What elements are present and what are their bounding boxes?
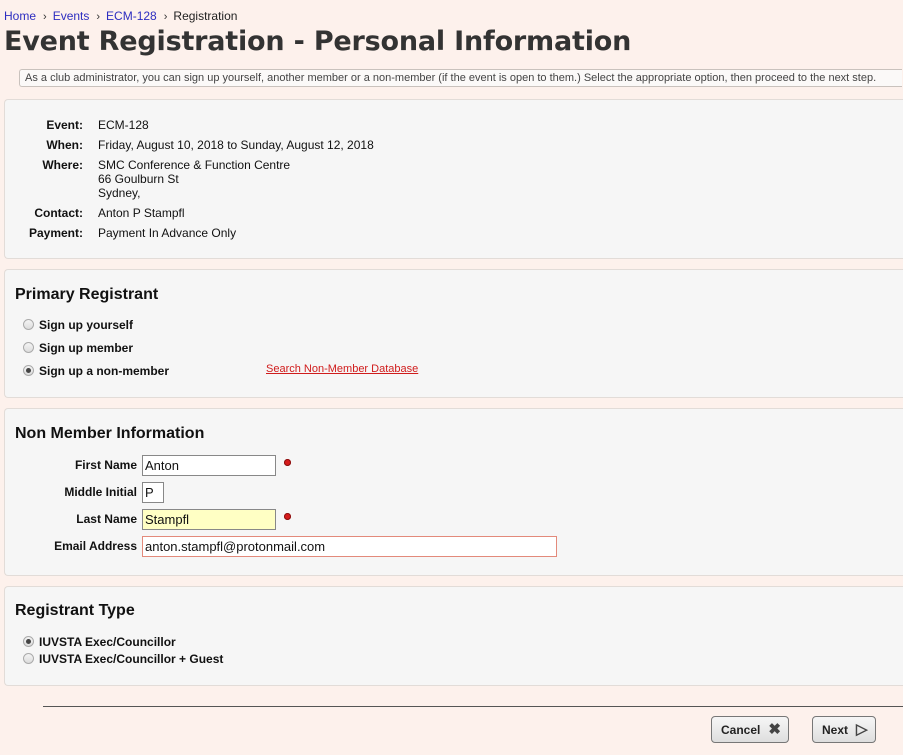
middle-initial-field[interactable] [142, 482, 164, 503]
page-title: Event Registration - Personal Informatio… [4, 26, 632, 57]
breadcrumb: Home › Events › ECM-128 › Registration [4, 9, 237, 23]
primary-registrant-heading: Primary Registrant [15, 286, 159, 303]
radio-button[interactable] [23, 636, 34, 647]
non-member-heading: Non Member Information [15, 425, 205, 442]
play-arrow-icon: ▷ [856, 721, 868, 738]
event-value: ECM-128 [98, 118, 149, 132]
email-label: Email Address [54, 539, 137, 553]
payment-label: Payment: [28, 226, 83, 240]
registrant-type-panel: Registrant Type IUVSTA Exec/Councillor I… [4, 586, 903, 686]
radio-button[interactable] [23, 342, 34, 353]
required-icon [284, 459, 291, 466]
where-line: Sydney, [98, 186, 141, 200]
non-member-info-panel: Non Member Information First Name Middle… [4, 408, 903, 576]
email-field[interactable] [142, 536, 557, 557]
contact-label: Contact: [34, 206, 83, 220]
where-line: 66 Goulburn St [98, 172, 179, 186]
next-button-label: Next [822, 722, 849, 737]
breadcrumb-home-link[interactable]: Home [4, 9, 36, 23]
radio-button[interactable] [23, 319, 34, 330]
last-name-label: Last Name [76, 512, 137, 526]
radio-label: Sign up a non-member [39, 364, 170, 378]
cancel-button[interactable]: Cancel ✖ [711, 716, 789, 743]
radio-label: Sign up yourself [39, 318, 134, 332]
notice-banner: As a club administrator, you can sign up… [19, 69, 902, 87]
footer-divider [43, 706, 903, 707]
breadcrumb-separator-icon: › [43, 11, 47, 23]
radio-label: IUVSTA Exec/Councillor [39, 635, 176, 649]
first-name-label: First Name [74, 458, 137, 472]
breadcrumb-separator-icon: › [163, 11, 168, 23]
primary-registrant-panel: Primary Registrant Sign up yourself Sign… [4, 269, 903, 398]
when-label: When: [46, 138, 83, 152]
required-icon [284, 513, 291, 520]
event-label: Event: [46, 118, 83, 132]
contact-value: Anton P Stampfl [98, 206, 185, 220]
close-icon: ✖ [768, 721, 781, 738]
event-details-panel: Event: ECM-128 When: Friday, August 10, … [4, 99, 903, 259]
next-button[interactable]: Next ▷ [812, 716, 876, 743]
where-value: SMC Conference & Function Centre 66 Goul… [98, 158, 290, 200]
first-name-field[interactable] [142, 455, 276, 476]
radio-button[interactable] [23, 365, 34, 376]
when-value: Friday, August 10, 2018 to Sunday, Augus… [98, 138, 374, 152]
radio-label: Sign up member [39, 341, 134, 355]
radio-button[interactable] [23, 653, 34, 664]
registrant-type-heading: Registrant Type [15, 602, 135, 619]
last-name-field[interactable] [142, 509, 276, 530]
breadcrumb-events-link[interactable]: Events [53, 9, 90, 23]
search-non-member-link[interactable]: Search Non-Member Database [266, 363, 418, 375]
cancel-button-label: Cancel [721, 722, 761, 737]
payment-value: Payment In Advance Only [98, 226, 237, 240]
radio-label: IUVSTA Exec/Councillor + Guest [39, 652, 224, 666]
breadcrumb-current: Registration [173, 9, 238, 23]
where-line: SMC Conference & Function Centre [98, 158, 291, 172]
middle-initial-label: Middle Initial [64, 485, 137, 499]
breadcrumb-event-link[interactable]: ECM-128 [106, 9, 157, 23]
breadcrumb-separator-icon: › [96, 11, 101, 23]
where-label: Where: [42, 158, 83, 172]
